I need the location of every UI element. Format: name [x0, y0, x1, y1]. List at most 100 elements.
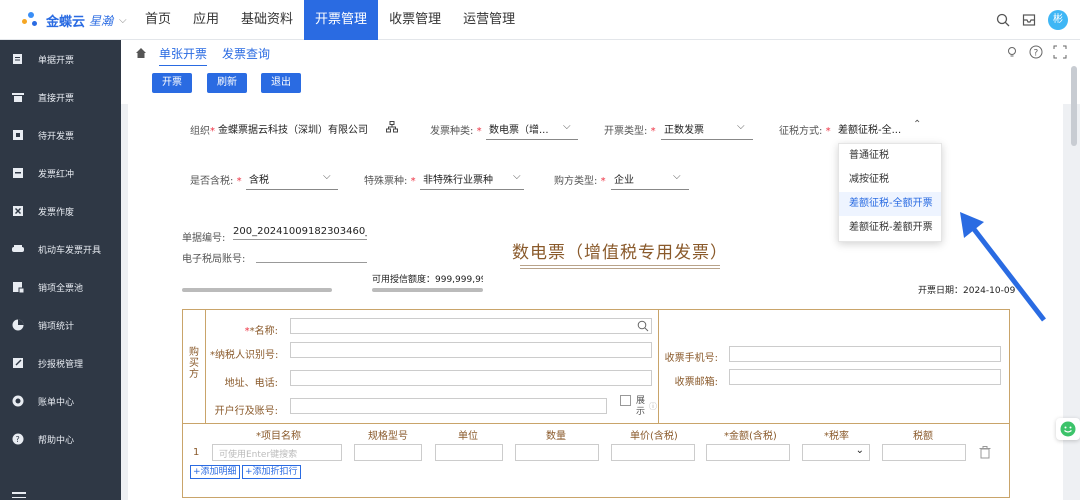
- org-value[interactable]: 金蝶票据云科技（深圳）有限公司: [218, 121, 368, 136]
- sidebar: 单据开票 直接开票 待开发票 发票红冲 发票作废 机动车发票开具 销项全票池 销…: [0, 40, 121, 500]
- menu-home[interactable]: 首页: [134, 0, 182, 40]
- tax-amount-input[interactable]: [882, 444, 966, 461]
- tax-rate-select[interactable]: ⌄: [802, 444, 870, 461]
- unit-input[interactable]: [435, 444, 503, 461]
- buyer-type-select[interactable]: 企业: [614, 171, 634, 186]
- help-circle-icon[interactable]: ?: [1029, 45, 1043, 59]
- annotation-arrow: [960, 212, 1046, 322]
- title-rule-2: [520, 268, 720, 269]
- chevron-down-icon[interactable]: ⌵: [119, 15, 127, 26]
- show-checkbox[interactable]: [620, 395, 631, 406]
- trash-icon[interactable]: [979, 446, 991, 459]
- avatar[interactable]: 彬: [1048, 10, 1068, 30]
- sidebar-item-bills[interactable]: 账单中心: [0, 382, 121, 420]
- tab-invoice-query[interactable]: 发票查询: [222, 45, 270, 62]
- option-diff-full[interactable]: 差额征税-全额开票: [839, 192, 941, 216]
- amount-input[interactable]: [706, 444, 790, 461]
- qty-input[interactable]: [515, 444, 599, 461]
- chevron-up-icon[interactable]: ⌃: [913, 119, 921, 130]
- help-icon: ?: [12, 433, 24, 445]
- sidebar-item-label: 直接开票: [38, 93, 75, 104]
- tax-method-label: 征税方式: *: [779, 126, 831, 137]
- sidebar-item-direct-issue[interactable]: 直接开票: [0, 78, 121, 116]
- home-icon[interactable]: [135, 47, 147, 59]
- sidebar-item-tax-report[interactable]: 抄报税管理: [0, 344, 121, 382]
- chevron-down-icon[interactable]: ⌵: [323, 171, 331, 182]
- tax-incl-select[interactable]: 含税: [249, 171, 269, 186]
- menu-operations[interactable]: 运营管理: [452, 0, 526, 40]
- sidebar-item-red-flush[interactable]: 发票红冲: [0, 154, 121, 192]
- chevron-down-icon[interactable]: ⌵: [673, 171, 681, 182]
- sidebar-item-stats[interactable]: 销项统计: [0, 306, 121, 344]
- lightbulb-icon[interactable]: [1005, 45, 1019, 59]
- collapse-menu-icon[interactable]: [12, 492, 26, 498]
- org-label: 组织*: [190, 126, 215, 137]
- brand-logo[interactable]: 金蝶云 星瀚 ⌵: [22, 10, 127, 30]
- sidebar-item-pool[interactable]: 销项全票池: [0, 268, 121, 306]
- doc-number-value[interactable]: 200_20241009182303460_0: [233, 226, 367, 240]
- tax-method-select[interactable]: 差额征税-全...: [838, 121, 901, 136]
- pool-icon: [12, 281, 24, 293]
- menu-basic-data[interactable]: 基础资料: [230, 0, 304, 40]
- special-underline: [420, 189, 524, 190]
- invoice-kind-select[interactable]: 数电票（增...: [489, 121, 549, 136]
- bank-input[interactable]: [290, 398, 607, 414]
- search-icon[interactable]: [637, 320, 649, 332]
- phone-input[interactable]: [729, 346, 1001, 362]
- inbox-icon[interactable]: [1022, 13, 1036, 27]
- special-select[interactable]: 非特殊行业票种: [423, 171, 493, 186]
- refresh-button[interactable]: 刷新: [207, 73, 247, 93]
- svg-text:?: ?: [16, 435, 20, 444]
- issue-button[interactable]: 开票: [152, 73, 192, 93]
- tab-single-issue[interactable]: 单张开票: [159, 45, 208, 67]
- chevron-down-icon: ⌄: [855, 445, 864, 456]
- invoice-type-label: 开票类型: *: [604, 126, 656, 137]
- exit-button[interactable]: 退出: [261, 73, 301, 93]
- email-input[interactable]: [729, 369, 1001, 385]
- sidebar-item-help[interactable]: ? 帮助中心: [0, 420, 121, 458]
- option-reduced-tax[interactable]: 减按征税: [839, 168, 941, 192]
- sidebar-item-pending[interactable]: 待开发票: [0, 116, 121, 154]
- search-icon[interactable]: [996, 13, 1010, 27]
- sidebar-item-label: 待开发票: [38, 131, 75, 142]
- th-tax-rate: *税率: [824, 431, 849, 442]
- option-diff-diff[interactable]: 差额征税-差额开票: [839, 216, 941, 240]
- tax-account-input[interactable]: [256, 262, 367, 263]
- menu-apps[interactable]: 应用: [182, 0, 230, 40]
- add-detail-button[interactable]: +添加明细: [190, 465, 240, 479]
- add-discount-button[interactable]: +添加折扣行: [242, 465, 301, 479]
- chevron-down-icon[interactable]: ⌵: [563, 121, 571, 132]
- address-input[interactable]: [290, 370, 652, 386]
- address-label: 地址、电话:: [224, 378, 278, 389]
- doc-number-label: 单据编号:: [182, 233, 226, 244]
- svg-text:?: ?: [1034, 49, 1039, 59]
- item-name-input[interactable]: 可使用Enter键搜索: [212, 444, 342, 461]
- menu-invoice-receive[interactable]: 收票管理: [378, 0, 452, 40]
- chevron-down-icon[interactable]: ⌵: [513, 171, 521, 182]
- org-tree-icon[interactable]: [386, 121, 398, 133]
- void-icon: [12, 205, 24, 217]
- taxid-input[interactable]: [290, 342, 652, 358]
- sidebar-item-doc-issue[interactable]: 单据开票: [0, 40, 121, 78]
- option-normal-tax[interactable]: 普通征税: [839, 144, 941, 168]
- title-rule-1: [520, 265, 720, 266]
- scrollbar[interactable]: [1071, 66, 1077, 146]
- menu-invoice-issue[interactable]: 开票管理: [304, 0, 379, 40]
- buyer-side-label: 购买方: [182, 309, 206, 423]
- tax-account-label: 电子税局账号:: [182, 254, 246, 265]
- invoice-type-underline: [661, 139, 753, 140]
- buyer-name-input[interactable]: [290, 318, 652, 334]
- spec-input[interactable]: [354, 444, 422, 461]
- show-label: 展示: [636, 396, 646, 417]
- buyer-type-label: 购方类型: *: [554, 176, 606, 187]
- assistant-widget[interactable]: [1056, 418, 1080, 440]
- chevron-down-icon[interactable]: ⌵: [737, 121, 745, 132]
- row-index: 1: [193, 447, 200, 458]
- price-input[interactable]: [611, 444, 695, 461]
- th-amount: *金额(含税): [724, 431, 777, 442]
- sidebar-item-vehicle[interactable]: 机动车发票开具: [0, 230, 121, 268]
- sidebar-item-void[interactable]: 发票作废: [0, 192, 121, 230]
- invoice-type-select[interactable]: 正数发票: [664, 121, 704, 136]
- fullscreen-icon[interactable]: [1053, 45, 1067, 59]
- buyer-type-underline: [611, 189, 689, 190]
